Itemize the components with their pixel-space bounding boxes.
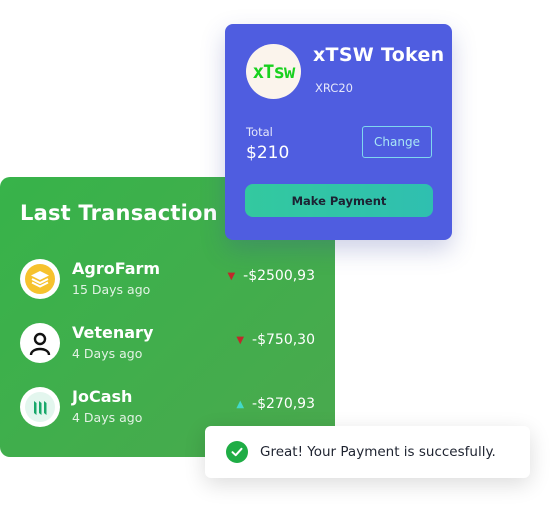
transaction-amount-value: -$750,30 <box>252 332 315 348</box>
last-transaction-title: Last Transaction <box>20 201 218 225</box>
change-button[interactable]: Change <box>362 126 432 158</box>
token-standard: XRC20 <box>315 81 353 95</box>
transaction-amount: ▼ -$750,30 <box>236 332 315 348</box>
token-logo: xTsw <box>246 44 301 99</box>
total-value: $210 <box>246 143 290 163</box>
stripes-icon <box>20 387 60 427</box>
trend-down-icon: ▼ <box>227 270 236 282</box>
stacked-layers-icon <box>20 259 60 299</box>
trend-down-icon: ▼ <box>236 334 245 346</box>
transaction-row-jocash[interactable]: JoCash 4 Days ago ▲ -$270,93 <box>20 385 325 429</box>
total-label: Total <box>246 125 273 139</box>
check-circle-icon <box>226 441 248 463</box>
transaction-row-agrofarm[interactable]: AgroFarm 15 Days ago ▼ -$2500,93 <box>20 257 325 301</box>
transaction-amount: ▲ -$270,93 <box>236 396 315 412</box>
toast-message: Great! Your Payment is succesfully. <box>260 444 496 460</box>
trend-up-icon: ▲ <box>236 398 245 410</box>
token-card: xTsw xTSW Token XRC20 Total $210 Change … <box>225 24 452 240</box>
transaction-amount: ▼ -$2500,93 <box>227 268 315 284</box>
token-logo-text: xTsw <box>252 60 296 83</box>
transaction-amount-value: -$2500,93 <box>243 268 315 284</box>
person-icon <box>20 323 60 363</box>
make-payment-button[interactable]: Make Payment <box>245 184 433 217</box>
payment-success-toast: Great! Your Payment is succesfully. <box>205 426 530 478</box>
token-name: xTSW Token <box>313 44 445 66</box>
transaction-amount-value: -$270,93 <box>252 396 315 412</box>
transaction-row-vetenary[interactable]: Vetenary 4 Days ago ▼ -$750,30 <box>20 321 325 365</box>
